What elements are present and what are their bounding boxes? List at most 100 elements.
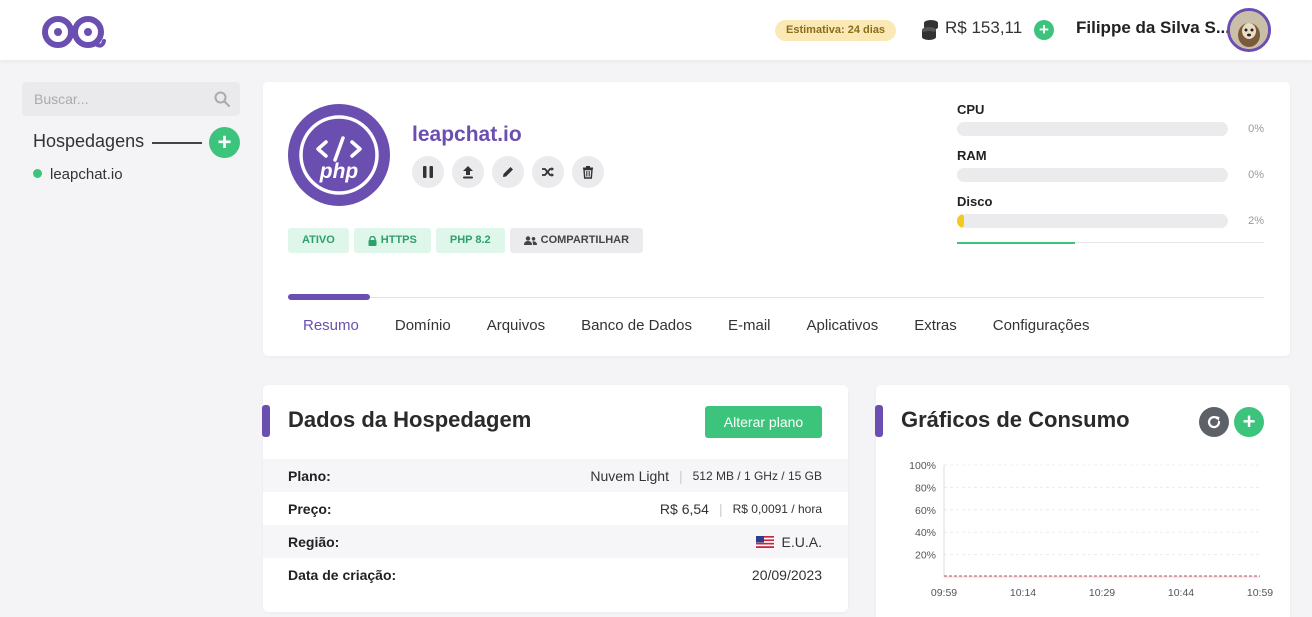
hospedagens-title: Hospedagens	[33, 131, 145, 151]
brand-logo[interactable]	[42, 13, 108, 51]
x-tick-label: 10:29	[1089, 587, 1115, 599]
site-actions	[412, 156, 604, 188]
divider	[152, 142, 202, 144]
search-input[interactable]	[22, 82, 202, 116]
tab-resumo[interactable]: Resumo	[303, 317, 359, 334]
edit-button[interactable]	[492, 156, 524, 188]
x-tick-label: 10:59	[1247, 587, 1273, 599]
tab-arquivos[interactable]: Arquivos	[487, 317, 545, 334]
y-tick-label: 80%	[915, 482, 936, 494]
delete-button[interactable]	[572, 156, 604, 188]
metric-value: 2%	[1248, 215, 1264, 227]
metric-cpu: CPU 0%	[957, 102, 1267, 148]
row-label: Preço:	[288, 500, 332, 517]
change-plan-button[interactable]: Alterar plano	[705, 406, 822, 438]
status-dot-icon	[33, 169, 42, 178]
divider-accent	[957, 242, 1075, 244]
card-title: Dados da Hospedagem	[288, 407, 532, 432]
x-tick-label: 10:44	[1168, 587, 1194, 599]
metric-label: Disco	[957, 194, 993, 209]
badge-label: COMPARTILHAR	[540, 234, 630, 246]
https-badge: HTTPS	[353, 228, 431, 253]
pause-icon	[423, 166, 433, 178]
user-name[interactable]: Filippe da Silva S...	[1076, 18, 1230, 38]
search-box	[22, 82, 240, 116]
add-hosting-button[interactable]: +	[209, 127, 240, 158]
metric-disk: Disco 2%	[957, 194, 1267, 240]
row-label: Data de criação:	[288, 566, 397, 583]
tab-dominio[interactable]: Domínio	[395, 317, 451, 334]
refresh-button[interactable]	[1199, 407, 1229, 437]
region: E.U.A.	[781, 533, 822, 550]
upload-button[interactable]	[452, 156, 484, 188]
php-version-badge: PHP 8.2	[435, 228, 505, 253]
y-tick-label: 100%	[909, 460, 936, 472]
card-title: Gráficos de Consumo	[901, 407, 1130, 432]
row-value: R$ 6,54 | R$ 0,0091 / hora	[660, 501, 822, 517]
coins-icon	[922, 20, 938, 40]
plan-name: Nuvem Light	[590, 467, 669, 484]
card-accent	[875, 405, 883, 437]
badge-label: ATIVO	[302, 234, 335, 246]
php-logo: php	[288, 104, 390, 206]
consumption-chart: 100% 80% 60% 40% 20% 09:59 10:14 10:29 10:44 10:5…	[909, 460, 1273, 599]
share-button[interactable]: COMPARTILHAR	[509, 228, 644, 253]
y-tick-label: 40%	[915, 527, 936, 539]
progress-track	[957, 168, 1228, 182]
metric-label: RAM	[957, 148, 987, 163]
users-icon	[523, 236, 537, 245]
php-logo-text: php	[319, 160, 359, 183]
table-row: Preço: R$ 6,54 | R$ 0,0091 / hora	[263, 492, 848, 525]
details-table: Plano: Nuvem Light | 512 MB / 1 GHz / 15 G…	[263, 459, 848, 591]
search-icon[interactable]	[214, 91, 230, 107]
table-row: Região: E.U.A.	[263, 525, 848, 558]
balance-amount: R$ 153,11	[945, 18, 1023, 37]
progress-track	[957, 122, 1228, 136]
add-credit-button[interactable]: +	[1034, 20, 1054, 40]
tab-configuracoes[interactable]: Configurações	[993, 317, 1090, 334]
separator: |	[678, 467, 683, 484]
y-tick-label: 20%	[915, 550, 936, 562]
lock-icon	[368, 235, 377, 246]
metric-ram: RAM 0%	[957, 148, 1267, 194]
badge-label: PHP 8.2	[449, 234, 491, 246]
add-chart-button[interactable]: +	[1234, 407, 1264, 437]
tabs-divider	[288, 297, 1264, 298]
tab-email[interactable]: E-mail	[728, 317, 771, 334]
status-badges: ATIVO HTTPS PHP 8.2 COMPARTILHAR	[288, 228, 644, 253]
estimate-badge: Estimativa: 24 dias	[775, 20, 897, 41]
plan-specs: 512 MB / 1 GHz / 15 GB	[692, 468, 822, 483]
tab-extras[interactable]: Extras	[914, 317, 957, 334]
trash-icon	[583, 166, 593, 179]
site-overview-card: php leapchat.io ATIVO HTTPS PHP 8.2 COMP…	[263, 82, 1290, 356]
top-bar: Estimativa: 24 dias R$ 153,11 + Filippe …	[0, 0, 1312, 60]
x-tick-label: 10:14	[1010, 587, 1036, 599]
status-badge-active: ATIVO	[288, 228, 349, 253]
row-label: Plano:	[288, 467, 331, 484]
consumption-charts-card: Gráficos de Consumo + 100% 80% 60% 40% 20% 09…	[875, 385, 1290, 617]
hourly-price: R$ 0,0091 / hora	[732, 501, 822, 516]
row-value: Nuvem Light | 512 MB / 1 GHz / 15 GB	[590, 468, 822, 484]
avatar[interactable]	[1227, 8, 1271, 52]
metric-value: 0%	[1248, 169, 1264, 181]
shuffle-icon	[542, 167, 554, 177]
us-flag-icon	[755, 535, 774, 548]
card-accent	[262, 405, 270, 437]
x-tick-label: 09:59	[931, 587, 957, 599]
shuffle-button[interactable]	[532, 156, 564, 188]
row-value: E.U.A.	[755, 533, 822, 550]
table-row: Data de criação: 20/09/2023	[263, 558, 848, 591]
hosting-details-card: Dados da Hospedagem Alterar plano Plano:…	[262, 385, 848, 612]
pencil-icon	[503, 167, 513, 177]
tab-aplicativos[interactable]: Aplicativos	[807, 317, 879, 334]
pause-button[interactable]	[412, 156, 444, 188]
active-tab-indicator	[288, 294, 370, 300]
site-name: leapchat.io	[412, 123, 522, 146]
metric-label: CPU	[957, 102, 985, 117]
sidebar-item-leapchat[interactable]: leapchat.io	[33, 166, 123, 183]
metric-value: 0%	[1248, 123, 1264, 135]
row-label: Região:	[288, 533, 340, 550]
table-row: Plano: Nuvem Light | 512 MB / 1 GHz / 15 G…	[263, 459, 848, 492]
tab-banco-de-dados[interactable]: Banco de Dados	[581, 317, 692, 334]
resource-metrics: CPU 0% RAM 0% Disco 2%	[957, 102, 1267, 240]
